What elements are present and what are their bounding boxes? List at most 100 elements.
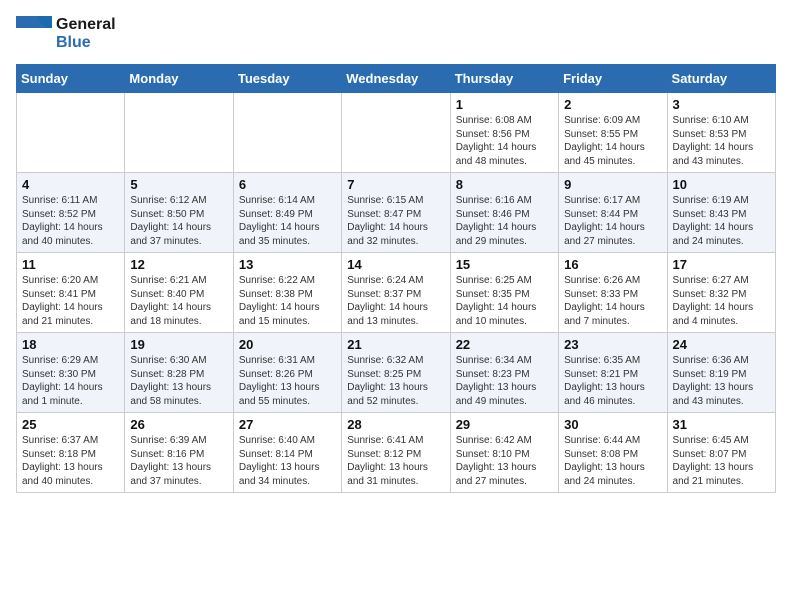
day-number: 17: [673, 257, 770, 272]
calendar-cell: 9 Sunrise: 6:17 AM Sunset: 8:44 PM Daylig…: [559, 173, 667, 253]
day-info: Sunrise: 6:17 AM Sunset: 8:44 PM Dayligh…: [564, 194, 661, 248]
calendar-cell: 21 Sunrise: 6:32 AM Sunset: 8:25 PM Dayli…: [342, 333, 450, 413]
day-info: Sunrise: 6:45 AM Sunset: 8:07 PM Dayligh…: [673, 434, 770, 488]
day-info: Sunrise: 6:31 AM Sunset: 8:26 PM Dayligh…: [239, 354, 336, 408]
day-number: 23: [564, 337, 661, 352]
logo-blue: Blue: [56, 34, 116, 52]
calendar-cell: 17 Sunrise: 6:27 AM Sunset: 8:32 PM Dayli…: [667, 253, 775, 333]
calendar-cell: [342, 93, 450, 173]
weekday-header-wednesday: Wednesday: [342, 65, 450, 93]
day-number: 24: [673, 337, 770, 352]
day-info: Sunrise: 6:19 AM Sunset: 8:43 PM Dayligh…: [673, 194, 770, 248]
calendar-cell: 24 Sunrise: 6:36 AM Sunset: 8:19 PM Dayli…: [667, 333, 775, 413]
day-number: 1: [456, 97, 553, 112]
calendar-cell: 1 Sunrise: 6:08 AM Sunset: 8:56 PM Daylig…: [450, 93, 558, 173]
day-number: 16: [564, 257, 661, 272]
day-number: 29: [456, 417, 553, 432]
calendar-cell: 11 Sunrise: 6:20 AM Sunset: 8:41 PM Dayli…: [17, 253, 125, 333]
day-number: 7: [347, 177, 444, 192]
day-info: Sunrise: 6:44 AM Sunset: 8:08 PM Dayligh…: [564, 434, 661, 488]
calendar-table: SundayMondayTuesdayWednesdayThursdayFrid…: [16, 64, 776, 493]
weekday-header-saturday: Saturday: [667, 65, 775, 93]
calendar-cell: [233, 93, 341, 173]
calendar-cell: 8 Sunrise: 6:16 AM Sunset: 8:46 PM Daylig…: [450, 173, 558, 253]
day-info: Sunrise: 6:10 AM Sunset: 8:53 PM Dayligh…: [673, 114, 770, 168]
calendar-cell: 3 Sunrise: 6:10 AM Sunset: 8:53 PM Daylig…: [667, 93, 775, 173]
day-number: 19: [130, 337, 227, 352]
weekday-header-tuesday: Tuesday: [233, 65, 341, 93]
day-info: Sunrise: 6:16 AM Sunset: 8:46 PM Dayligh…: [456, 194, 553, 248]
calendar-cell: 7 Sunrise: 6:15 AM Sunset: 8:47 PM Daylig…: [342, 173, 450, 253]
weekday-header-sunday: Sunday: [17, 65, 125, 93]
day-info: Sunrise: 6:37 AM Sunset: 8:18 PM Dayligh…: [22, 434, 119, 488]
day-info: Sunrise: 6:22 AM Sunset: 8:38 PM Dayligh…: [239, 274, 336, 328]
day-info: Sunrise: 6:42 AM Sunset: 8:10 PM Dayligh…: [456, 434, 553, 488]
calendar-week-row: 25Sunrise: 6:37 AM Sunset: 8:18 PM Dayli…: [17, 413, 776, 493]
calendar-week-row: 1 Sunrise: 6:08 AM Sunset: 8:56 PM Daylig…: [17, 93, 776, 173]
day-info: Sunrise: 6:26 AM Sunset: 8:33 PM Dayligh…: [564, 274, 661, 328]
day-info: Sunrise: 6:29 AM Sunset: 8:30 PM Dayligh…: [22, 354, 119, 408]
day-number: 26: [130, 417, 227, 432]
day-number: 11: [22, 257, 119, 272]
day-number: 2: [564, 97, 661, 112]
day-number: 21: [347, 337, 444, 352]
day-number: 20: [239, 337, 336, 352]
day-info: Sunrise: 6:32 AM Sunset: 8:25 PM Dayligh…: [347, 354, 444, 408]
calendar-cell: 19 Sunrise: 6:30 AM Sunset: 8:28 PM Dayli…: [125, 333, 233, 413]
calendar-cell: 13Sunrise: 6:22 AM Sunset: 8:38 PM Dayli…: [233, 253, 341, 333]
day-info: Sunrise: 6:39 AM Sunset: 8:16 PM Dayligh…: [130, 434, 227, 488]
day-number: 4: [22, 177, 119, 192]
calendar-cell: 31 Sunrise: 6:45 AM Sunset: 8:07 PM Dayli…: [667, 413, 775, 493]
day-info: Sunrise: 6:15 AM Sunset: 8:47 PM Dayligh…: [347, 194, 444, 248]
day-number: 30: [564, 417, 661, 432]
day-info: Sunrise: 6:20 AM Sunset: 8:41 PM Dayligh…: [22, 274, 119, 328]
day-number: 14: [347, 257, 444, 272]
day-info: Sunrise: 6:34 AM Sunset: 8:23 PM Dayligh…: [456, 354, 553, 408]
day-number: 8: [456, 177, 553, 192]
day-info: Sunrise: 6:21 AM Sunset: 8:40 PM Dayligh…: [130, 274, 227, 328]
calendar-cell: 23Sunrise: 6:35 AM Sunset: 8:21 PM Dayli…: [559, 333, 667, 413]
calendar-cell: 16 Sunrise: 6:26 AM Sunset: 8:33 PM Dayli…: [559, 253, 667, 333]
calendar-cell: 25Sunrise: 6:37 AM Sunset: 8:18 PM Dayli…: [17, 413, 125, 493]
calendar-cell: [17, 93, 125, 173]
day-number: 3: [673, 97, 770, 112]
calendar-week-row: 18 Sunrise: 6:29 AM Sunset: 8:30 PM Dayli…: [17, 333, 776, 413]
calendar-cell: 15 Sunrise: 6:25 AM Sunset: 8:35 PM Dayli…: [450, 253, 558, 333]
calendar-cell: 29 Sunrise: 6:42 AM Sunset: 8:10 PM Dayli…: [450, 413, 558, 493]
day-number: 15: [456, 257, 553, 272]
calendar-cell: 26 Sunrise: 6:39 AM Sunset: 8:16 PM Dayli…: [125, 413, 233, 493]
day-number: 5: [130, 177, 227, 192]
calendar-week-row: 4 Sunrise: 6:11 AM Sunset: 8:52 PM Daylig…: [17, 173, 776, 253]
weekday-header-thursday: Thursday: [450, 65, 558, 93]
calendar-cell: 20 Sunrise: 6:31 AM Sunset: 8:26 PM Dayli…: [233, 333, 341, 413]
weekday-header-row: SundayMondayTuesdayWednesdayThursdayFrid…: [17, 65, 776, 93]
day-number: 31: [673, 417, 770, 432]
day-number: 22: [456, 337, 553, 352]
day-info: Sunrise: 6:08 AM Sunset: 8:56 PM Dayligh…: [456, 114, 553, 168]
logo-general: General: [56, 16, 116, 34]
calendar-cell: [125, 93, 233, 173]
calendar-cell: 12 Sunrise: 6:21 AM Sunset: 8:40 PM Dayli…: [125, 253, 233, 333]
day-number: 6: [239, 177, 336, 192]
calendar-cell: 6Sunrise: 6:14 AM Sunset: 8:49 PM Daylig…: [233, 173, 341, 253]
day-number: 10: [673, 177, 770, 192]
day-number: 28: [347, 417, 444, 432]
page-header: General Blue: [16, 16, 776, 52]
day-info: Sunrise: 6:09 AM Sunset: 8:55 PM Dayligh…: [564, 114, 661, 168]
calendar-week-row: 11 Sunrise: 6:20 AM Sunset: 8:41 PM Dayli…: [17, 253, 776, 333]
day-number: 12: [130, 257, 227, 272]
day-info: Sunrise: 6:27 AM Sunset: 8:32 PM Dayligh…: [673, 274, 770, 328]
day-number: 9: [564, 177, 661, 192]
day-info: Sunrise: 6:30 AM Sunset: 8:28 PM Dayligh…: [130, 354, 227, 408]
day-number: 18: [22, 337, 119, 352]
day-info: Sunrise: 6:25 AM Sunset: 8:35 PM Dayligh…: [456, 274, 553, 328]
calendar-cell: 4 Sunrise: 6:11 AM Sunset: 8:52 PM Daylig…: [17, 173, 125, 253]
day-info: Sunrise: 6:11 AM Sunset: 8:52 PM Dayligh…: [22, 194, 119, 248]
day-info: Sunrise: 6:12 AM Sunset: 8:50 PM Dayligh…: [130, 194, 227, 248]
day-number: 27: [239, 417, 336, 432]
calendar-cell: 2 Sunrise: 6:09 AM Sunset: 8:55 PM Daylig…: [559, 93, 667, 173]
calendar-cell: 30 Sunrise: 6:44 AM Sunset: 8:08 PM Dayli…: [559, 413, 667, 493]
weekday-header-friday: Friday: [559, 65, 667, 93]
weekday-header-monday: Monday: [125, 65, 233, 93]
day-info: Sunrise: 6:36 AM Sunset: 8:19 PM Dayligh…: [673, 354, 770, 408]
